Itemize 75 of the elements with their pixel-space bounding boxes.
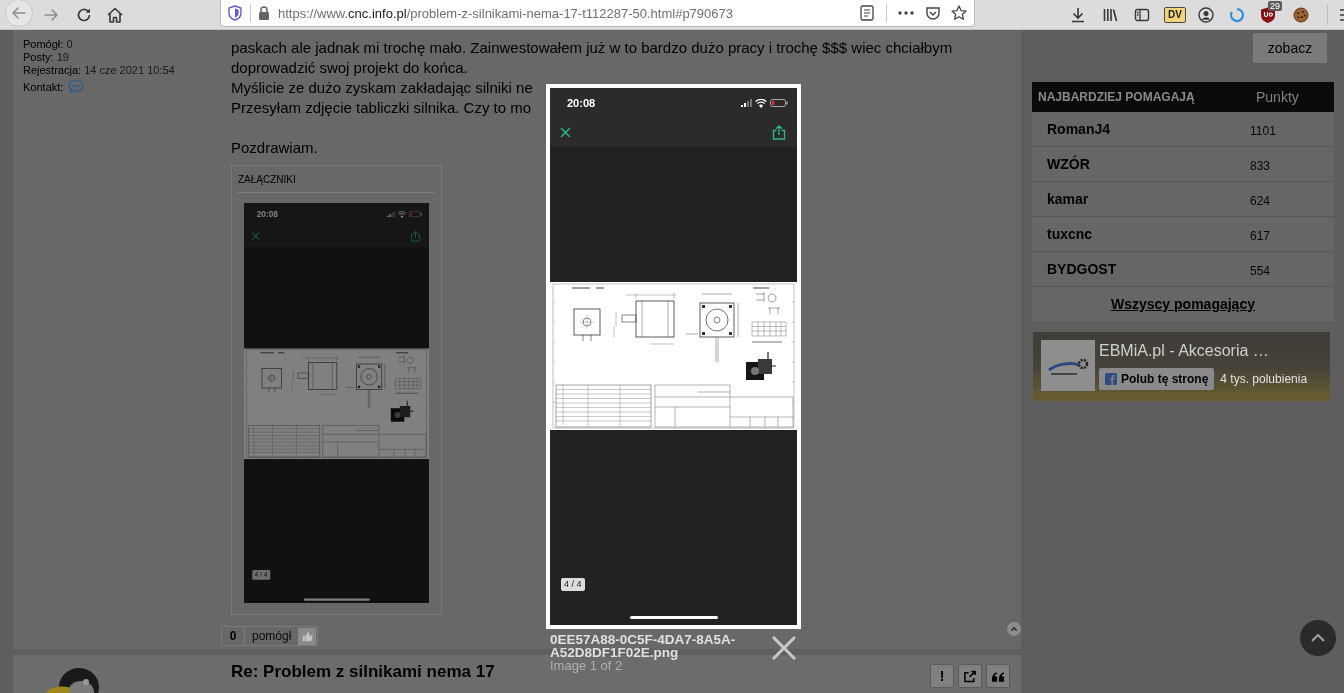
all-helpers-link[interactable]: Wszyscy pomagający	[1111, 296, 1255, 312]
helper-name[interactable]: BYDGOST	[1047, 261, 1117, 277]
likes-count: 4 tys. polubienia	[1220, 372, 1308, 386]
count-badge: 29	[1267, 0, 1282, 11]
quote-button[interactable]	[986, 664, 1010, 688]
url-text[interactable]: https://www.cnc.info.pl/problem-z-silnikami-nema-17-t112287-50.html#p790673	[278, 5, 733, 21]
helper-name[interactable]: kamar	[1047, 191, 1089, 207]
scroll-up-icon[interactable]	[1007, 622, 1021, 636]
signal-icon	[741, 99, 752, 107]
file-name: 0EE57A88-0C5F-4DA7-8A5A-A52D8DF1F02E.png	[550, 633, 737, 659]
share-icon	[772, 125, 786, 140]
more-icon[interactable]	[898, 11, 914, 15]
sidebar-icon[interactable]	[1134, 7, 1150, 22]
helper-points: 1101	[1250, 123, 1276, 138]
helper-name[interactable]: RomanJ4	[1047, 121, 1111, 137]
report-button[interactable]: !	[930, 664, 954, 688]
post-title[interactable]: Re: Problem z silnikami nema 17	[231, 663, 495, 681]
close-icon	[560, 127, 571, 138]
close-icon[interactable]	[771, 636, 797, 660]
account-icon[interactable]	[1197, 6, 1214, 23]
ring-icon[interactable]	[1228, 6, 1245, 23]
helper-name[interactable]: tuxcnc	[1047, 226, 1093, 242]
column-heading: NAJBARDZIEJ POMAGAJĄ	[1038, 90, 1195, 104]
helper-name[interactable]: WZÓR	[1047, 156, 1090, 172]
url-field[interactable]: https://www.cnc.info.pl/problem-z-silnikami-nema-17-t112287-50.html#p790673	[220, 0, 975, 27]
page-name-link[interactable]: EBMiA.pl - Akcesoria …	[1099, 342, 1308, 360]
star-icon[interactable]	[951, 5, 967, 21]
share-button[interactable]	[958, 664, 982, 688]
like-page-button[interactable]: Polub tę stronę	[1099, 368, 1215, 390]
share-arrow-icon	[963, 669, 977, 683]
caret-up-icon	[1311, 634, 1325, 642]
status-time: 20:08	[256, 209, 278, 219]
cookie-icon[interactable]	[1292, 6, 1309, 23]
battery-icon	[408, 211, 423, 218]
thumbs-up-button[interactable]	[298, 627, 317, 645]
see-button[interactable]: zobacz	[1253, 33, 1327, 63]
battery-icon	[770, 99, 788, 107]
lock-icon[interactable]	[258, 6, 270, 20]
helper-points: 833	[1250, 158, 1271, 173]
post-text-line: Pozdrawiam.	[231, 138, 318, 158]
status-time: 20:08	[567, 97, 596, 109]
home-indicator	[303, 598, 370, 601]
contact-label: Kontakt:	[23, 80, 64, 93]
quote-icon	[991, 669, 1005, 683]
library-icon[interactable]	[1103, 7, 1118, 22]
pocket-icon[interactable]	[926, 6, 940, 20]
download-icon[interactable]	[1071, 6, 1085, 23]
author-stat: Rejestracja: 14 cze 2021 10:54	[23, 64, 176, 77]
facebook-icon	[1105, 373, 1117, 385]
post-text-line: paskach ale jadnak mi trochę mało. Zainwestowałem już w to bardzo dużo pracy i trochę $$$ wiec chciałbym	[231, 38, 953, 58]
avatar-image	[45, 665, 101, 693]
back-arrow-icon	[11, 6, 27, 20]
gear-logo-icon[interactable]	[1041, 340, 1095, 391]
author-stat: Posty: 19	[23, 51, 70, 64]
wifi-icon	[755, 98, 767, 108]
attachments-heading: ZAŁĄCZNIKI	[238, 174, 296, 185]
helper-points: 617	[1250, 228, 1271, 243]
post-text-line: doprowadzić swoj projekt do końca.	[231, 58, 468, 78]
helper-points: 554	[1250, 263, 1271, 278]
post-text-line: Przesyłam zdjęcie tabliczki silnika. Czy to mo	[231, 98, 532, 118]
reload-icon[interactable]	[76, 6, 92, 23]
helper-points: 624	[1250, 193, 1271, 208]
helped-count: 0	[222, 627, 245, 645]
page-counter: 4 / 4	[561, 578, 585, 591]
author-stat: Pomógł: 0	[23, 38, 74, 51]
signal-icon	[387, 211, 396, 218]
home-icon[interactable]	[107, 6, 123, 23]
helped-label: pomógł	[252, 628, 292, 645]
shield-icon[interactable]	[227, 5, 243, 21]
extension-button[interactable]: DV	[1164, 6, 1186, 23]
post-text-line: Myślicie ze dużo zyskam zakładając silniki ne	[231, 78, 533, 98]
image-caption: Image 1 of 2	[550, 659, 623, 672]
reader-view-icon[interactable]	[860, 5, 874, 21]
thumbs-up-icon	[301, 630, 313, 642]
column-heading: Punkty	[1256, 89, 1299, 105]
